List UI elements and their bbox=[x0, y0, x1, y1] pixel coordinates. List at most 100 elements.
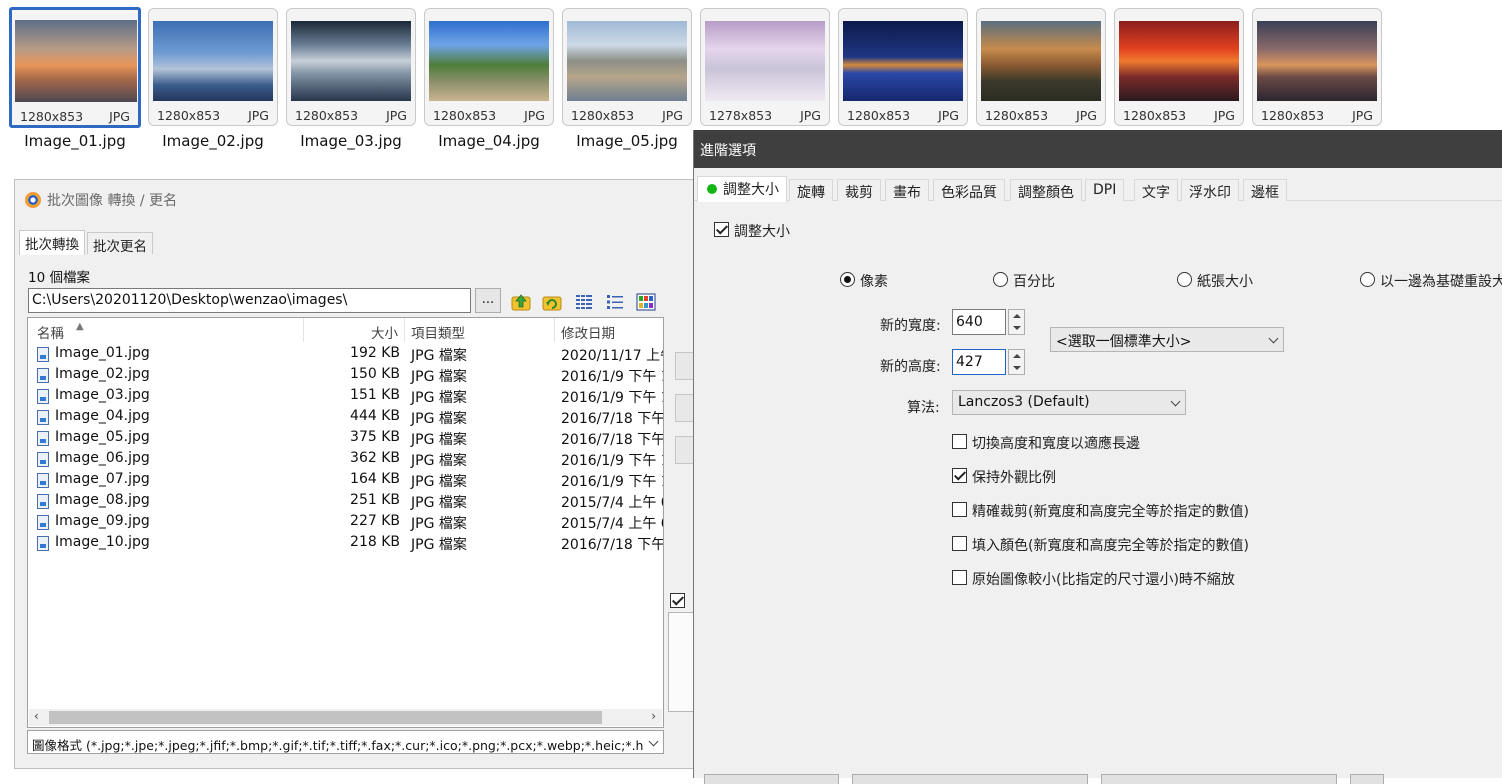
dialog-button[interactable] bbox=[852, 774, 1088, 784]
browse-button[interactable]: ... bbox=[475, 288, 501, 313]
file-row[interactable]: Image_06.jpg 362 KB JPG 檔案 2016/1/9 下午 1 bbox=[28, 449, 663, 470]
width-spinner[interactable] bbox=[1008, 309, 1025, 335]
thumbnail-9[interactable]: 1280x853 JPG bbox=[1114, 8, 1244, 126]
file-row[interactable]: Image_07.jpg 164 KB JPG 檔案 2016/1/9 下午 1 bbox=[28, 470, 663, 491]
file-size: 192 KB bbox=[350, 345, 400, 361]
file-name: Image_07.jpg bbox=[55, 471, 150, 487]
image-file-icon bbox=[37, 389, 49, 404]
exact-crop-checkbox[interactable] bbox=[952, 502, 967, 517]
column-divider[interactable] bbox=[303, 318, 304, 342]
tab-border[interactable]: 邊框 bbox=[1243, 179, 1287, 201]
thumbnail-8[interactable]: 1280x853 JPG bbox=[976, 8, 1106, 126]
file-row[interactable]: Image_09.jpg 227 KB JPG 檔案 2015/7/4 上午 0 bbox=[28, 512, 663, 533]
list-view-icon[interactable] bbox=[605, 292, 625, 312]
unit-radio-pixels[interactable] bbox=[840, 272, 855, 287]
thumbnail-6[interactable]: 1278x853 JPG bbox=[700, 8, 830, 126]
column-divider[interactable] bbox=[554, 318, 555, 342]
algorithm-dropdown[interactable]: Lanczos3 (Default) bbox=[952, 390, 1186, 415]
file-size: 227 KB bbox=[350, 513, 400, 529]
tab-text[interactable]: 文字 bbox=[1134, 179, 1178, 201]
scroll-right-icon[interactable]: › bbox=[651, 709, 656, 723]
tab-color-quality[interactable]: 色彩品質 bbox=[933, 179, 1005, 201]
file-list[interactable]: 名稱 ▲ 大小 項目類型 修改日期 Image_01.jpg 192 KB JP… bbox=[27, 317, 664, 728]
thumbnail-3[interactable]: 1280x853 JPG bbox=[286, 8, 416, 126]
thumbnail-dims: 1280x853 bbox=[433, 108, 497, 123]
dialog-button[interactable] bbox=[1101, 774, 1337, 784]
thumbnail-dims: 1280x853 bbox=[571, 108, 635, 123]
thumbnail-ext: JPG bbox=[1214, 108, 1235, 123]
tab-batch-rename[interactable]: 批次更名 bbox=[87, 232, 153, 255]
thumbnail-name: Image_02.jpg bbox=[162, 132, 264, 150]
width-input[interactable]: 640 bbox=[952, 309, 1006, 335]
exact-crop-label: 精確裁剪(新寬度和高度完全等於指定的數值) bbox=[972, 504, 1249, 520]
thumbnail-view-icon[interactable] bbox=[636, 292, 656, 312]
unit-radio-paper-size[interactable] bbox=[1177, 272, 1192, 287]
up-folder-icon[interactable] bbox=[511, 292, 531, 312]
image-file-icon bbox=[37, 494, 49, 509]
refresh-folder-icon[interactable] bbox=[542, 292, 562, 312]
column-header-type[interactable]: 項目類型 bbox=[411, 322, 465, 342]
file-row[interactable]: Image_04.jpg 444 KB JPG 檔案 2016/7/18 下午 bbox=[28, 407, 664, 428]
no-upscale-checkbox[interactable] bbox=[952, 570, 967, 585]
unit-radio-percent[interactable] bbox=[993, 272, 1008, 287]
thumbnail-10[interactable]: 1280x853 JPG bbox=[1252, 8, 1382, 126]
file-type: JPG 檔案 bbox=[411, 432, 467, 448]
unit-radio-one-side[interactable] bbox=[1360, 272, 1375, 287]
sort-ascending-icon: ▲ bbox=[76, 321, 84, 332]
file-row[interactable]: Image_10.jpg 218 KB JPG 檔案 2016/7/18 下午 bbox=[28, 533, 663, 554]
column-header-date[interactable]: 修改日期 bbox=[561, 322, 615, 342]
thumbnail-1[interactable]: 1280x853 JPG bbox=[9, 7, 141, 128]
tab-batch-convert[interactable]: 批次轉換 bbox=[19, 230, 85, 255]
tab-canvas[interactable]: 畫布 bbox=[885, 179, 929, 201]
thumbnail-image-night-river bbox=[843, 21, 963, 101]
file-name: Image_03.jpg bbox=[55, 387, 150, 403]
scrollbar-thumb[interactable] bbox=[49, 711, 602, 724]
folder-path-input[interactable]: C:\Users\20201120\Desktop\wenzao\images\ bbox=[28, 288, 471, 313]
scroll-left-icon[interactable]: ‹ bbox=[34, 709, 39, 723]
thumbnail-2[interactable]: 1280x853 JPG bbox=[148, 8, 278, 126]
details-view-icon[interactable] bbox=[574, 292, 594, 312]
thumbnail-image-cathedral-dusk bbox=[981, 21, 1101, 101]
column-header-name[interactable]: 名稱 bbox=[37, 322, 64, 342]
thumbnail-dims: 1280x853 bbox=[295, 108, 359, 123]
fill-color-checkbox[interactable] bbox=[952, 536, 967, 551]
active-indicator-icon bbox=[707, 184, 717, 194]
file-row[interactable]: Image_08.jpg 251 KB JPG 檔案 2015/7/4 上午 0 bbox=[28, 491, 663, 512]
file-name: Image_08.jpg bbox=[55, 492, 150, 508]
column-header-size[interactable]: 大小 bbox=[371, 322, 398, 342]
file-row[interactable]: Image_02.jpg 150 KB JPG 檔案 2016/1/9 下午 1 bbox=[28, 365, 663, 386]
height-input[interactable]: 427 bbox=[952, 349, 1006, 375]
thumbnail-ext: JPG bbox=[1076, 108, 1097, 123]
file-type: JPG 檔案 bbox=[411, 411, 467, 427]
thumbnail-4[interactable]: 1280x853 JPG bbox=[424, 8, 554, 126]
horizontal-scrollbar[interactable]: ‹ › bbox=[29, 709, 662, 726]
tab-watermark[interactable]: 浮水印 bbox=[1181, 179, 1239, 201]
thumbnail-5[interactable]: 1280x853 JPG bbox=[562, 8, 692, 126]
tab-resize[interactable]: 調整大小 bbox=[697, 176, 787, 202]
swap-dimensions-checkbox[interactable] bbox=[952, 434, 967, 449]
file-row[interactable]: Image_03.jpg 151 KB JPG 檔案 2016/1/9 下午 1 bbox=[28, 386, 663, 407]
thumbnail-image-lake-mountains bbox=[291, 21, 411, 101]
format-filter-dropdown[interactable]: 圖像格式 (*.jpg;*.jpe;*.jpeg;*.jfif;*.bmp;*.… bbox=[27, 730, 664, 754]
partial-checkbox[interactable] bbox=[670, 593, 685, 608]
dialog-button[interactable] bbox=[1350, 774, 1384, 784]
file-date: 2016/7/18 下午 bbox=[561, 411, 664, 427]
window-title: 批次圖像 轉換 / 更名 bbox=[25, 190, 177, 210]
file-row[interactable]: Image_01.jpg 192 KB JPG 檔案 2020/11/17 上午 bbox=[28, 344, 663, 365]
dialog-button[interactable] bbox=[704, 774, 839, 784]
file-type: JPG 檔案 bbox=[411, 369, 467, 385]
column-divider[interactable] bbox=[404, 318, 405, 342]
tab-adjust-color[interactable]: 調整顏色 bbox=[1010, 179, 1082, 201]
thumbnail-7[interactable]: 1280x853 JPG bbox=[838, 8, 968, 126]
standard-size-value: <選取一個標準大小> bbox=[1056, 334, 1192, 350]
file-name: Image_06.jpg bbox=[55, 450, 150, 466]
file-type: JPG 檔案 bbox=[411, 516, 467, 532]
tab-crop[interactable]: 裁剪 bbox=[837, 179, 881, 201]
keep-aspect-ratio-checkbox[interactable] bbox=[952, 468, 967, 483]
resize-enable-checkbox[interactable] bbox=[714, 222, 729, 237]
height-spinner[interactable] bbox=[1008, 349, 1025, 375]
file-row[interactable]: Image_05.jpg 375 KB JPG 檔案 2016/7/18 下午 bbox=[28, 428, 663, 449]
tab-rotate[interactable]: 旋轉 bbox=[789, 179, 833, 201]
standard-size-dropdown[interactable]: <選取一個標準大小> bbox=[1050, 327, 1284, 352]
tab-dpi[interactable]: DPI bbox=[1085, 179, 1125, 201]
